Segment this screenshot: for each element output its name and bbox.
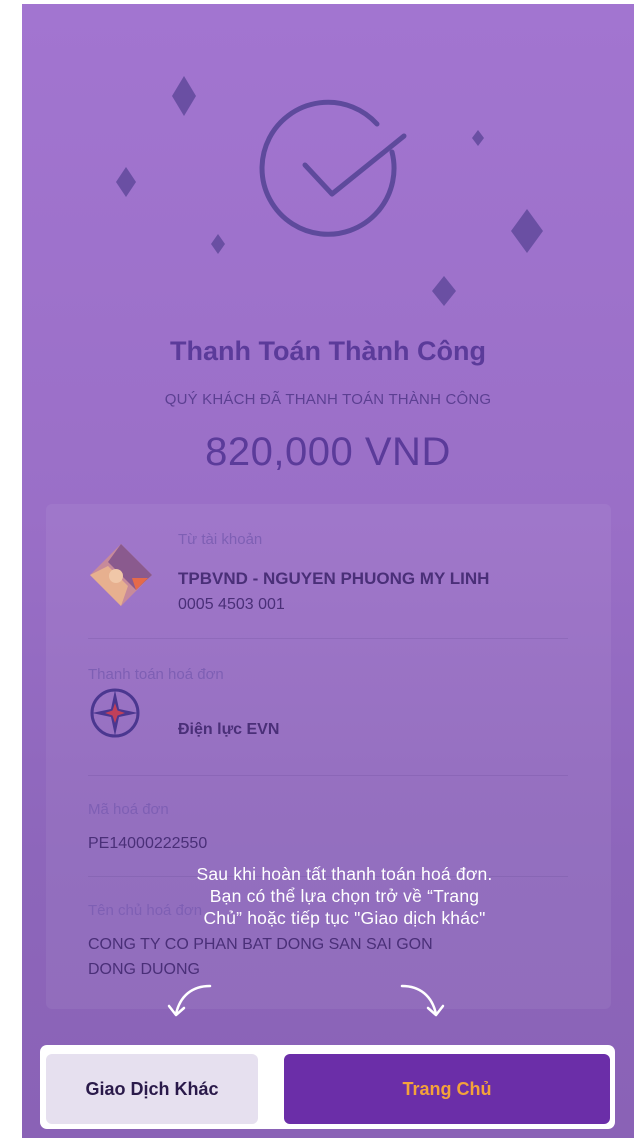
divider [88,775,568,776]
success-subtitle: QUÝ KHÁCH ĐÃ THANH TOÁN THÀNH CÔNG [164,391,492,408]
bill-provider: Điện lực EVN [178,721,280,738]
sparkle-icon [116,167,136,197]
tutorial-line: Chủ” hoặc tiếp tục "Giao dịch khác" [203,908,486,928]
payment-amount: 820,000 VND [205,430,451,474]
other-transaction-button[interactable]: Giao Dịch Khác [46,1054,258,1124]
from-account-name: TPBVND - NGUYEN PHUONG MY LINH [178,569,490,588]
bill-code-value: PE14000222550 [88,835,208,852]
sparkle-icon [211,234,225,254]
success-illustration [116,76,543,306]
curved-arrow-left-icon [167,984,212,1017]
tutorial-line: Sau khi hoàn tất thanh toán hoá đơn. [196,864,493,884]
avatar-icon [90,544,152,606]
from-account-number: 0005 4503 001 [178,596,285,613]
sparkle-icon [472,130,484,146]
tutorial-line: Bạn có thể lựa chọn trở về “Trang [209,886,480,906]
sparkle-icon [172,76,196,116]
bill-owner-value-line2: DONG DUONG [88,961,200,978]
sparkle-icon [432,276,456,306]
curved-arrow-right-icon [400,984,445,1017]
check-circle-icon [259,99,407,237]
success-title: Thanh Toán Thành Công [170,336,486,366]
divider [88,638,568,639]
bill-code-label: Mã hoá đơn [88,801,169,818]
payment-success-screen: Thanh Toán Thành Công QUÝ KHÁCH ĐÃ THANH… [22,4,634,1138]
home-button[interactable]: Trang Chủ [284,1054,610,1124]
sparkle-icon [511,209,543,253]
evn-logo-icon [90,688,140,738]
bill-owner-value-line1: CONG TY CO PHAN BAT DONG SAN SAI GON [88,936,433,953]
bill-label: Thanh toán hoá đơn [88,666,224,683]
tutorial-tooltip: Sau khi hoàn tất thanh toán hoá đơn. Bạn… [82,863,607,929]
from-account-label: Từ tài khoản [178,531,263,548]
